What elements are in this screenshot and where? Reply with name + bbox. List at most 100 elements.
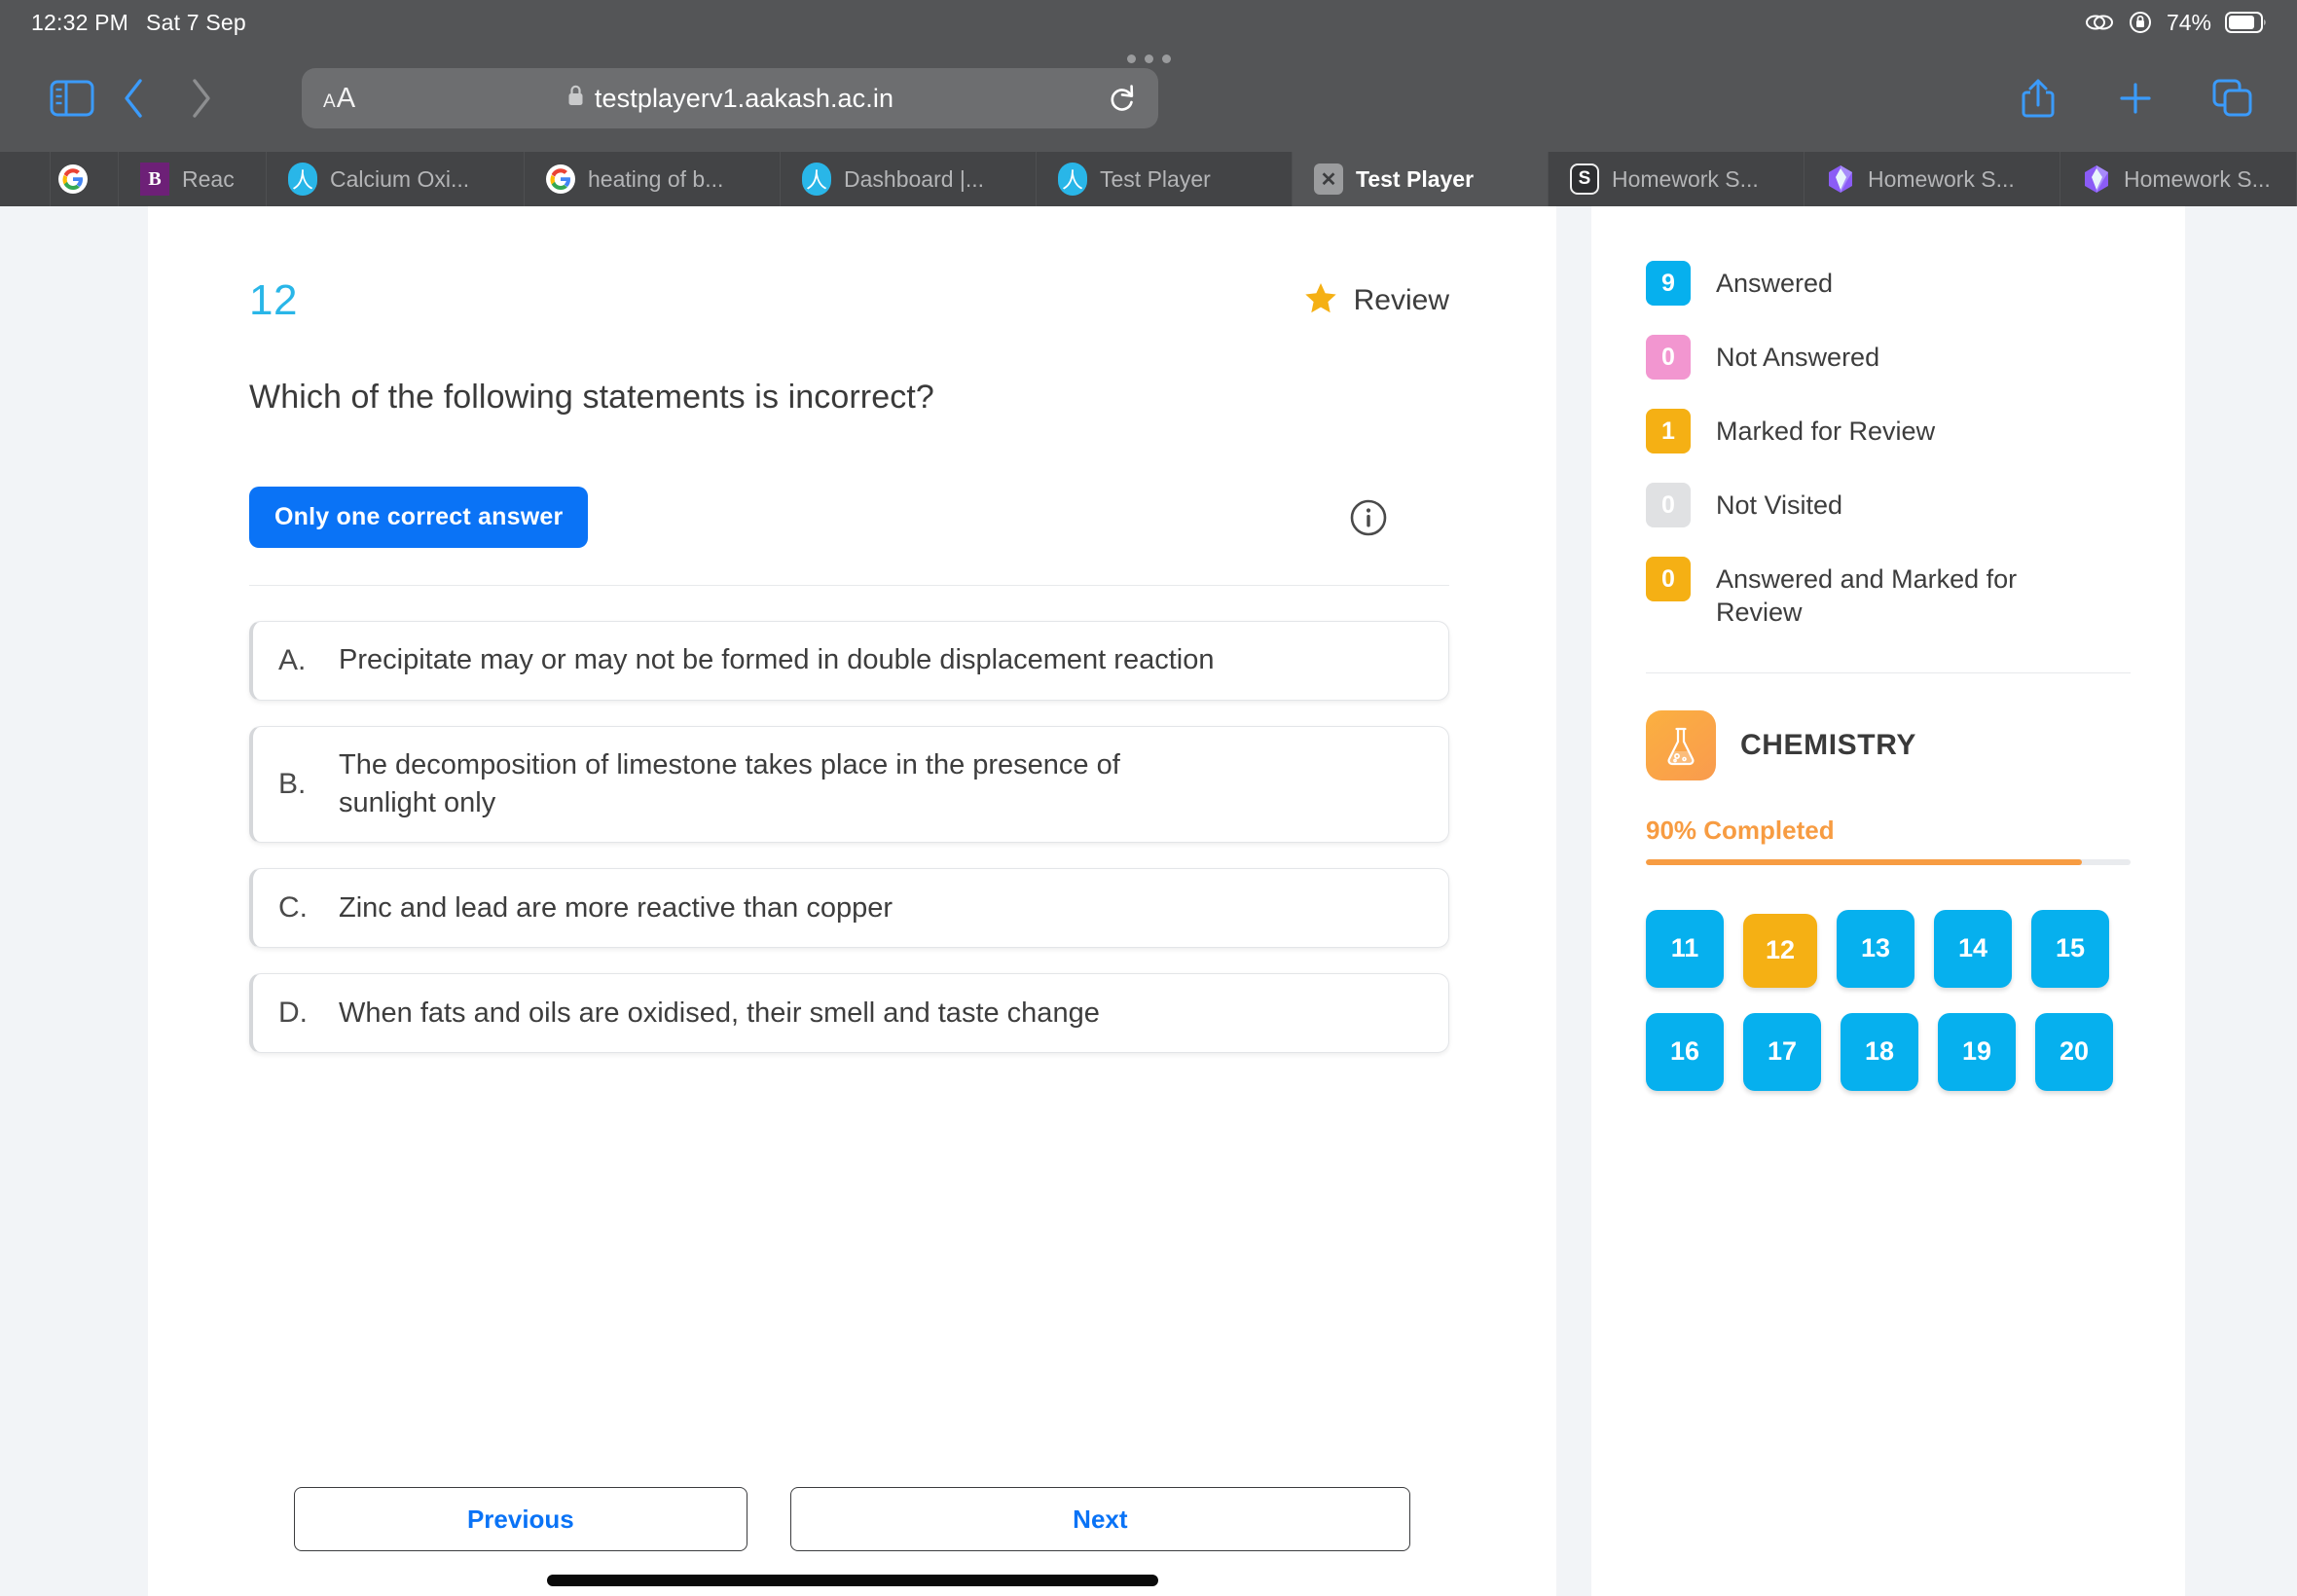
option-c[interactable]: C. Zinc and lead are more reactive than … — [249, 868, 1449, 949]
status-time: 12:32 PM — [31, 9, 129, 35]
panel-divider — [1646, 671, 2131, 673]
battery-icon — [2225, 12, 2268, 33]
legend-badge: 0 — [1646, 335, 1691, 380]
legend-badge: 1 — [1646, 409, 1691, 453]
back-chevron-icon[interactable] — [99, 69, 167, 127]
gem-icon — [2082, 164, 2111, 194]
legend-item-answered: 9 Answered — [1646, 261, 2131, 306]
review-toggle[interactable]: Review — [1304, 282, 1449, 319]
status-bar-right: 74% — [2085, 10, 2268, 36]
legend-badge: 0 — [1646, 557, 1691, 601]
rotation-lock-icon — [2128, 10, 2153, 35]
review-label: Review — [1353, 284, 1449, 316]
subject-header: CHEMISTRY — [1646, 709, 2131, 780]
tab-item[interactable]: 人 Calcium Oxi... — [267, 152, 525, 206]
tab-label: Calcium Oxi... — [330, 165, 470, 192]
share-icon[interactable] — [2013, 71, 2063, 126]
option-text: Precipitate may or may not be formed in … — [339, 644, 1215, 676]
link-icon — [2085, 12, 2114, 33]
previous-button[interactable]: Previous — [294, 1487, 747, 1551]
question-button-19[interactable]: 19 — [1938, 1012, 2016, 1091]
question-button-20[interactable]: 20 — [2035, 1012, 2113, 1091]
question-button-16[interactable]: 16 — [1646, 1012, 1724, 1091]
tab-strip: B Reac 人 Calcium Oxi... heating of b... … — [0, 152, 2297, 206]
url-display: testplayerv1.aakash.ac.in — [566, 84, 893, 114]
aakash-icon: 人 — [802, 163, 831, 196]
question-button-15[interactable]: 15 — [2031, 909, 2109, 988]
option-letter: B. — [278, 768, 307, 801]
option-text: Zinc and lead are more reactive than cop… — [339, 891, 893, 924]
tab-label: heating of b... — [588, 165, 724, 192]
option-text: When fats and oils are oxidised, their s… — [339, 997, 1100, 1029]
browser-toolbar: AA testplayerv1.aakash.ac.in — [0, 45, 2297, 152]
answer-type-badge: Only one correct answer — [249, 487, 589, 548]
tab-label: Homework S... — [1868, 165, 2015, 192]
legend-label: Answered — [1716, 269, 1834, 298]
tab-item[interactable]: 人 Dashboard |... — [781, 152, 1037, 206]
tab-item[interactable]: Homework S... — [1805, 152, 2060, 206]
next-button[interactable]: Next — [789, 1487, 1410, 1551]
progress-label: 90% Completed — [1646, 815, 1835, 845]
close-icon[interactable]: ✕ — [1314, 163, 1343, 195]
progress-fill — [1646, 858, 2083, 865]
question-button-18[interactable]: 18 — [1841, 1012, 1918, 1091]
tab-item[interactable]: B Reac — [119, 152, 267, 206]
status-date: Sat 7 Sep — [146, 9, 246, 35]
question-button-17[interactable]: 17 — [1743, 1012, 1821, 1091]
text-size-button[interactable]: AA — [323, 83, 355, 115]
progress-track — [1646, 858, 2131, 865]
question-number-grid: 11 12 13 14 15 16 17 18 19 20 — [1646, 909, 2131, 1091]
lock-icon — [566, 84, 585, 114]
tab-item[interactable] — [51, 152, 119, 206]
plus-icon[interactable] — [2110, 71, 2161, 126]
question-button-11[interactable]: 11 — [1646, 909, 1724, 988]
sidebar-toggle-icon[interactable] — [45, 71, 99, 126]
option-letter: C. — [278, 891, 308, 925]
forward-chevron-icon[interactable] — [167, 69, 236, 127]
option-d[interactable]: D. When fats and oils are oxidised, thei… — [249, 973, 1449, 1054]
aakash-icon: 人 — [288, 163, 317, 196]
reload-icon[interactable] — [1108, 83, 1137, 114]
option-a[interactable]: A. Precipitate may or may not be formed … — [249, 621, 1449, 701]
gem-icon — [1826, 164, 1855, 194]
question-meta: Only one correct answer — [249, 487, 1449, 548]
tab-item-active[interactable]: ✕ Test Player — [1293, 152, 1549, 206]
question-button-14[interactable]: 14 — [1934, 909, 2012, 988]
legend-item-not-answered: 0 Not Answered — [1646, 335, 2131, 380]
google-icon — [58, 164, 88, 194]
google-icon — [546, 164, 575, 194]
legend-label: Answered and Marked for Review — [1716, 564, 2018, 627]
option-letter: A. — [278, 644, 307, 676]
page-body: 12 Review Which of the following stateme… — [0, 206, 2297, 1596]
tab-label: Test Player — [1100, 165, 1211, 192]
battery-percent: 74% — [2166, 9, 2211, 35]
option-b[interactable]: B. The decomposition of limestone takes … — [249, 726, 1449, 844]
question-number: 12 — [249, 276, 298, 324]
tab-item[interactable]: S Homework S... — [1549, 152, 1805, 206]
aa-big-letter: A — [336, 82, 356, 114]
home-indicator — [546, 1575, 1158, 1586]
question-button-12[interactable]: 12 — [1743, 913, 1817, 988]
tab-item[interactable]: Homework S... — [2060, 152, 2297, 206]
legend-label: Not Answered — [1716, 343, 1880, 372]
aakash-icon: 人 — [1058, 163, 1087, 196]
tab-item[interactable]: 人 Test Player — [1037, 152, 1293, 206]
question-card: 12 Review Which of the following stateme… — [148, 206, 1556, 1596]
tab-overview-icon[interactable] — [2207, 71, 2258, 126]
status-bar-left: 12:32 PM Sat 7 Sep — [31, 10, 246, 36]
tab-label: Homework S... — [1612, 165, 1759, 192]
status-bar: 12:32 PM Sat 7 Sep 74% — [0, 0, 2297, 45]
subject-name: CHEMISTRY — [1740, 728, 1916, 761]
tab-item[interactable]: heating of b... — [525, 152, 781, 206]
status-legend: 9 Answered 0 Not Answered 1 Marked for R… — [1646, 261, 2131, 630]
tab-item[interactable] — [0, 152, 51, 206]
question-status-panel: 9 Answered 0 Not Answered 1 Marked for R… — [1591, 206, 2185, 1596]
s-letter-icon: S — [1570, 163, 1599, 195]
info-icon[interactable] — [1348, 497, 1389, 538]
options-list: A. Precipitate may or may not be formed … — [249, 621, 1449, 1054]
question-button-13[interactable]: 13 — [1837, 909, 1914, 988]
tab-label: Homework S... — [2124, 165, 2271, 192]
question-text: Which of the following statements is inc… — [249, 379, 934, 416]
legend-item-marked-for-review: 1 Marked for Review — [1646, 409, 2131, 453]
address-bar[interactable]: AA testplayerv1.aakash.ac.in — [302, 68, 1158, 128]
